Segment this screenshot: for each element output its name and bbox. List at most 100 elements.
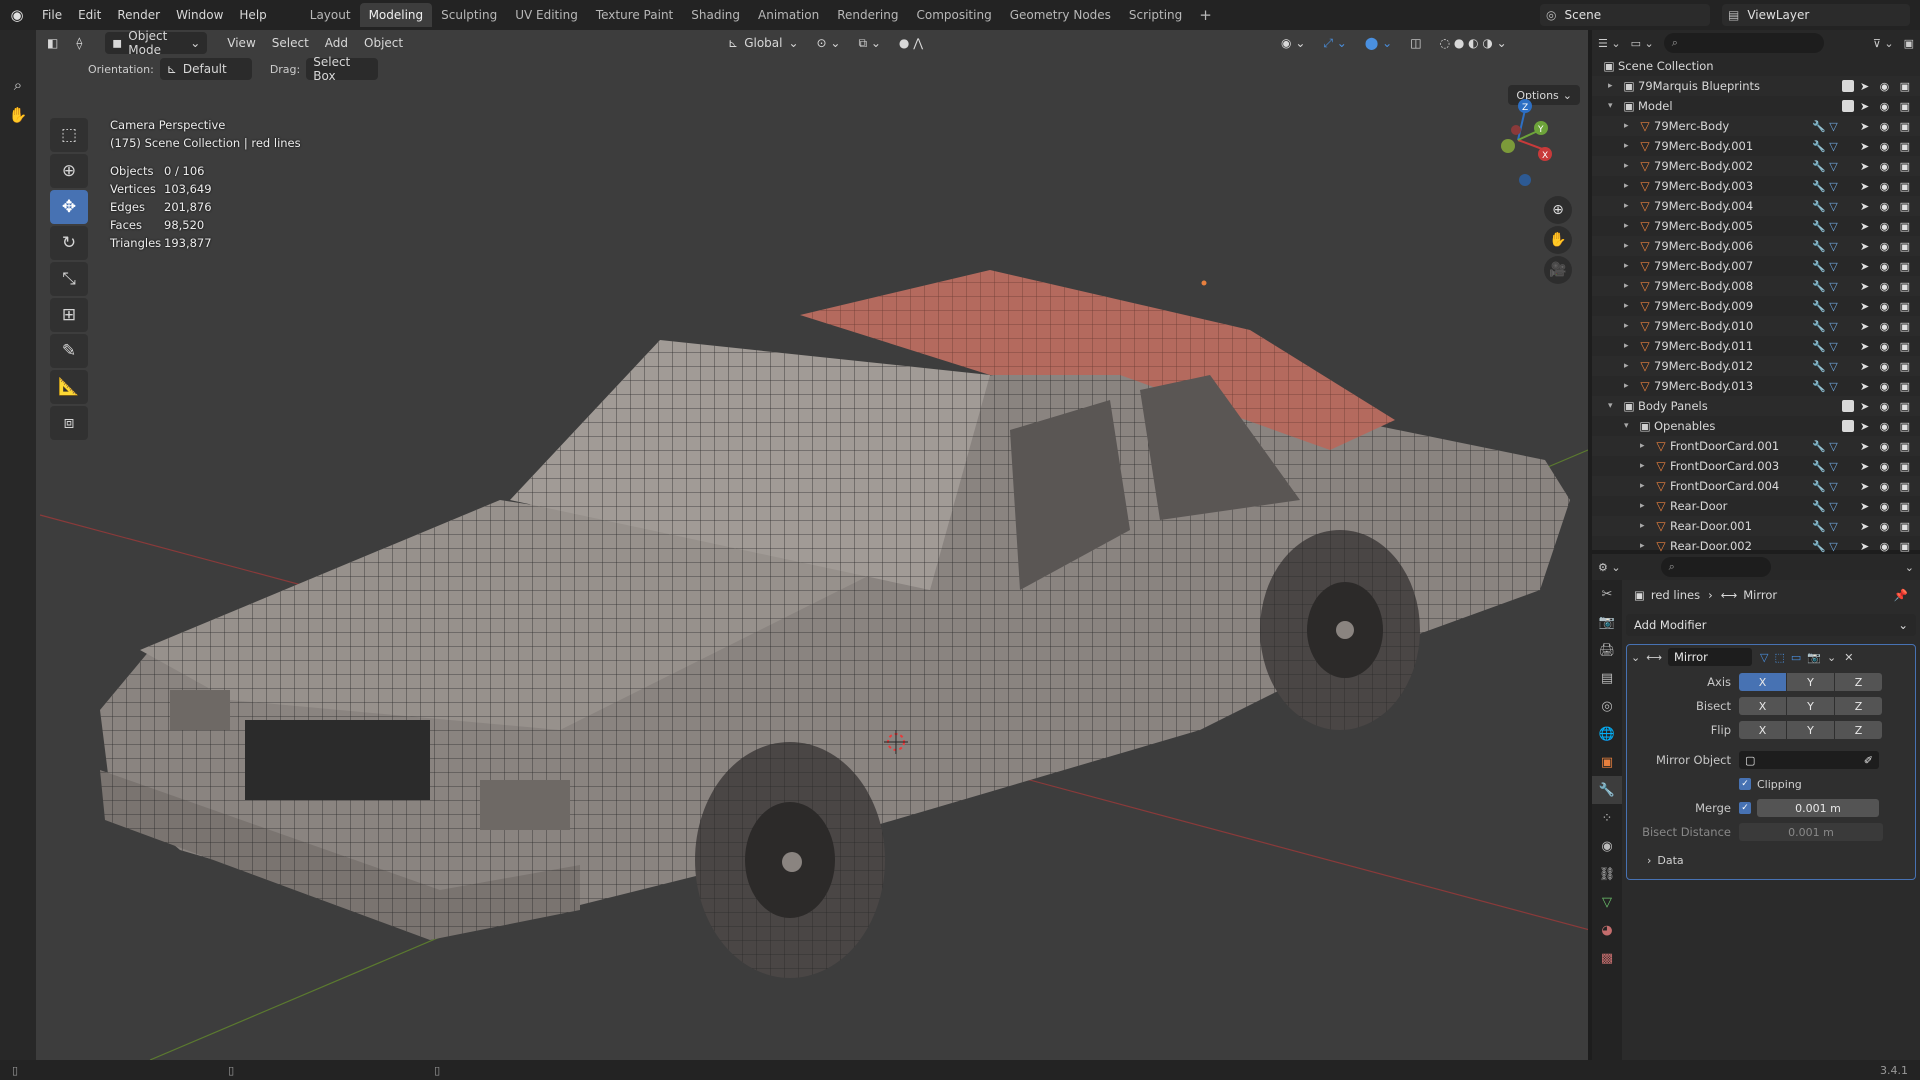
scene-collection-row[interactable]: ▣ Scene Collection [1592, 56, 1920, 76]
add-cube-tool[interactable]: ⧈ [50, 406, 88, 440]
viewport-menu-select[interactable]: Select [264, 36, 317, 50]
eye-icon[interactable]: ◉ [1880, 180, 1890, 193]
expand-right-icon[interactable]: ▸ [1640, 441, 1652, 451]
properties-editor-icon[interactable]: ⚙ ⌄ [1598, 561, 1621, 574]
modifier-mesh-icons[interactable]: 🔧 ▽ [1812, 140, 1860, 153]
outliner-search-input[interactable]: ⌕ [1663, 33, 1824, 53]
outliner-object-row[interactable]: ▸ ▽ 79Merc-Body 🔧 ▽ ➤ ◉ ▣ [1592, 116, 1920, 136]
data-tab-icon[interactable]: ▽ [1592, 888, 1622, 916]
outliner-object-row[interactable]: ▸ ▽ 79Merc-Body.010 🔧 ▽ ➤ ◉ ▣ [1592, 316, 1920, 336]
transform-tool[interactable]: ⊞ [50, 298, 88, 332]
camera-icon[interactable]: ▣ [1900, 160, 1910, 173]
axis-y-toggle[interactable]: Y [1787, 673, 1834, 691]
eye-icon[interactable]: ◉ [1880, 460, 1890, 473]
hand-icon[interactable]: ✋ [0, 100, 36, 130]
camera-icon[interactable]: ▣ [1900, 340, 1910, 353]
viewport-menu-add[interactable]: Add [317, 36, 356, 50]
chevron-down-icon[interactable]: ⌄ [1827, 651, 1836, 664]
modifier-mesh-icons[interactable]: 🔧 ▽ [1812, 280, 1860, 293]
flip-z-toggle[interactable]: Z [1835, 721, 1882, 739]
expand-right-icon[interactable]: ▸ [1640, 541, 1652, 551]
select-arrow-icon[interactable]: ➤ [1860, 320, 1869, 333]
select-arrow-icon[interactable]: ➤ [1860, 360, 1869, 373]
modifier-mesh-icons[interactable]: 🔧 ▽ [1812, 440, 1860, 453]
camera-icon[interactable]: ▣ [1900, 120, 1910, 133]
expand-right-icon[interactable]: ▸ [1624, 221, 1636, 231]
expand-right-icon[interactable]: ▸ [1624, 261, 1636, 271]
outliner-object-row[interactable]: ▸ ▽ 79Merc-Body.002 🔧 ▽ ➤ ◉ ▣ [1592, 156, 1920, 176]
eye-icon[interactable]: ◉ [1880, 380, 1890, 393]
camera-icon[interactable]: ▣ [1900, 440, 1910, 453]
texture-tab-icon[interactable]: ▩ [1592, 944, 1622, 972]
menu-help[interactable]: Help [231, 0, 274, 30]
workspace-tab-shading[interactable]: Shading [682, 3, 749, 27]
merge-distance-field[interactable]: 0.001 m [1757, 799, 1879, 817]
select-arrow-icon[interactable]: ➤ [1860, 400, 1869, 413]
outliner-object-row[interactable]: ▸ ▽ 79Merc-Body.004 🔧 ▽ ➤ ◉ ▣ [1592, 196, 1920, 216]
modifier-name-field[interactable]: Mirror [1668, 648, 1752, 666]
scene-tab-icon[interactable]: ◎ [1592, 692, 1622, 720]
camera-icon[interactable]: ▣ [1900, 360, 1910, 373]
eye-icon[interactable]: ◉ [1880, 140, 1890, 153]
expand-right-icon[interactable]: ▸ [1608, 81, 1620, 91]
expand-right-icon[interactable]: ▸ [1624, 181, 1636, 191]
expand-down-icon[interactable]: ▾ [1608, 401, 1620, 411]
eye-icon[interactable]: ◉ [1880, 360, 1890, 373]
eye-icon[interactable]: ◉ [1880, 500, 1890, 513]
filter-icon[interactable]: ⊽ ⌄ [1873, 37, 1894, 50]
eye-icon[interactable]: ◉ [1880, 540, 1890, 553]
camera-icon[interactable]: ▣ [1900, 260, 1910, 273]
menu-edit[interactable]: Edit [70, 0, 109, 30]
search-icon[interactable]: ⌕ [0, 70, 36, 100]
camera-icon[interactable]: ▣ [1900, 500, 1910, 513]
modifier-mesh-icons[interactable]: 🔧 ▽ [1812, 500, 1860, 513]
edit-mode-toggle-icon[interactable]: ▽ [1760, 651, 1768, 664]
expand-down-icon[interactable]: ▾ [1608, 101, 1620, 111]
select-arrow-icon[interactable]: ➤ [1860, 240, 1869, 253]
outliner-object-row[interactable]: ▸ ▽ 79Merc-Body.006 🔧 ▽ ➤ ◉ ▣ [1592, 236, 1920, 256]
output-tab-icon[interactable]: 🖨 [1592, 636, 1622, 664]
eye-icon[interactable]: ◉ [1880, 440, 1890, 453]
viewport-menu-view[interactable]: View [219, 36, 263, 50]
eye-icon[interactable]: ◉ [1880, 280, 1890, 293]
properties-search-input[interactable]: ⌕ [1660, 557, 1771, 577]
eye-icon[interactable]: ◉ [1880, 480, 1890, 493]
workspace-tab-layout[interactable]: Layout [301, 3, 360, 27]
shading-modes[interactable]: ◌ ● ◐ ◑ ⌄ [1433, 32, 1514, 54]
view-layer-tab-icon[interactable]: ▤ [1592, 664, 1622, 692]
workspace-tab-modeling[interactable]: Modeling [359, 3, 433, 27]
cage-toggle-icon[interactable]: ⬚ [1774, 651, 1784, 664]
viewport-scene[interactable] [0, 30, 1588, 1060]
outliner-object-row[interactable]: ▸ ▽ 79Merc-Body.007 🔧 ▽ ➤ ◉ ▣ [1592, 256, 1920, 276]
constraints-tab-icon[interactable]: ⛓ [1592, 860, 1622, 888]
move-tool[interactable]: ✥ [50, 190, 88, 224]
transform-orientation-button[interactable]: ⊾ Global ⌄ [721, 32, 805, 54]
modifier-mesh-icons[interactable]: 🔧 ▽ [1812, 180, 1860, 193]
outliner-object-row[interactable]: ▸ ▽ 79Merc-Body.013 🔧 ▽ ➤ ◉ ▣ [1592, 376, 1920, 396]
select-arrow-icon[interactable]: ➤ [1860, 80, 1869, 93]
camera-icon[interactable]: ▣ [1900, 80, 1910, 93]
workspace-tab-geometry-nodes[interactable]: Geometry Nodes [1001, 3, 1120, 27]
modifier-mesh-icons[interactable]: 🔧 ▽ [1812, 540, 1860, 553]
outliner-collection-row[interactable]: ▾ ▣ Body Panels ➤ ◉ ▣ [1592, 396, 1920, 416]
eye-icon[interactable]: ◉ [1880, 100, 1890, 113]
select-arrow-icon[interactable]: ➤ [1860, 180, 1869, 193]
expand-down-icon[interactable]: ▾ [1624, 421, 1636, 431]
expand-right-icon[interactable]: ▸ [1640, 461, 1652, 471]
workspace-tab-uv-editing[interactable]: UV Editing [506, 3, 587, 27]
camera-icon[interactable]: ▣ [1900, 240, 1910, 253]
expand-right-icon[interactable]: ▸ [1624, 241, 1636, 251]
display-mode-icon[interactable]: ▭ ⌄ [1631, 37, 1654, 50]
overlay-button[interactable]: ⬤ ⌄ [1358, 32, 1399, 54]
axis-z-toggle[interactable]: Z [1835, 673, 1882, 691]
select-arrow-icon[interactable]: ➤ [1860, 120, 1869, 133]
menu-render[interactable]: Render [109, 0, 168, 30]
select-arrow-icon[interactable]: ➤ [1860, 140, 1869, 153]
select-arrow-icon[interactable]: ➤ [1860, 100, 1869, 113]
pin-icon[interactable]: 📌 [1894, 588, 1908, 602]
render-tab-icon[interactable]: 📷 [1592, 608, 1622, 636]
modifier-tab-icon[interactable]: 🔧 [1592, 776, 1622, 804]
select-arrow-icon[interactable]: ➤ [1860, 480, 1869, 493]
expand-right-icon[interactable]: ▸ [1624, 361, 1636, 371]
eye-icon[interactable]: ◉ [1880, 320, 1890, 333]
